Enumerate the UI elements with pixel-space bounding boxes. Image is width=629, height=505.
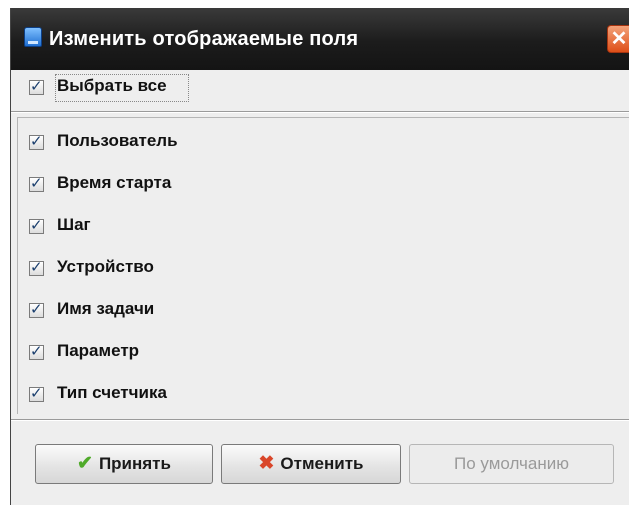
cancel-button[interactable]: ✖ Отменить <box>221 444 401 484</box>
field-checkbox-device[interactable] <box>29 258 44 276</box>
accept-button-label: Принять <box>98 454 171 473</box>
cancel-button-label: Отменить <box>280 454 364 473</box>
select-all-checkbox[interactable] <box>29 77 44 95</box>
cross-icon: ✖ <box>258 453 275 474</box>
field-checkbox-start-time[interactable] <box>29 174 44 192</box>
field-checkbox-parameter[interactable] <box>29 342 44 360</box>
field-checkbox-user[interactable] <box>29 132 44 150</box>
field-label-task-name[interactable]: Имя задачи <box>57 299 154 319</box>
field-checkbox-counter-type[interactable] <box>29 384 44 402</box>
field-label-counter-type[interactable]: Тип счетчика <box>57 383 167 403</box>
title-bar[interactable]: Изменить отображаемые поля ✕ <box>11 8 629 70</box>
divider-highlight <box>11 112 629 113</box>
dialog-window: Изменить отображаемые поля ✕ Выбрать все… <box>10 8 629 505</box>
field-label-parameter[interactable]: Параметр <box>57 341 139 361</box>
select-all-label[interactable]: Выбрать все <box>57 76 167 96</box>
default-button-label: По умолчанию <box>454 454 569 473</box>
field-checkbox-step[interactable] <box>29 216 44 234</box>
field-label-start-time[interactable]: Время старта <box>57 173 171 193</box>
default-button[interactable]: По умолчанию <box>409 444 614 484</box>
checkmark-icon: ✔ <box>77 453 93 474</box>
field-label-device[interactable]: Устройство <box>57 257 154 277</box>
field-label-user[interactable]: Пользователь <box>57 131 178 151</box>
field-label-step[interactable]: Шаг <box>57 215 91 235</box>
field-checkbox-task-name[interactable] <box>29 300 44 318</box>
divider-highlight <box>11 420 629 421</box>
dialog-title: Изменить отображаемые поля <box>49 28 359 50</box>
close-button[interactable]: ✕ <box>607 25 629 53</box>
accept-button[interactable]: ✔ Принять <box>35 444 213 484</box>
app-icon <box>24 27 42 47</box>
